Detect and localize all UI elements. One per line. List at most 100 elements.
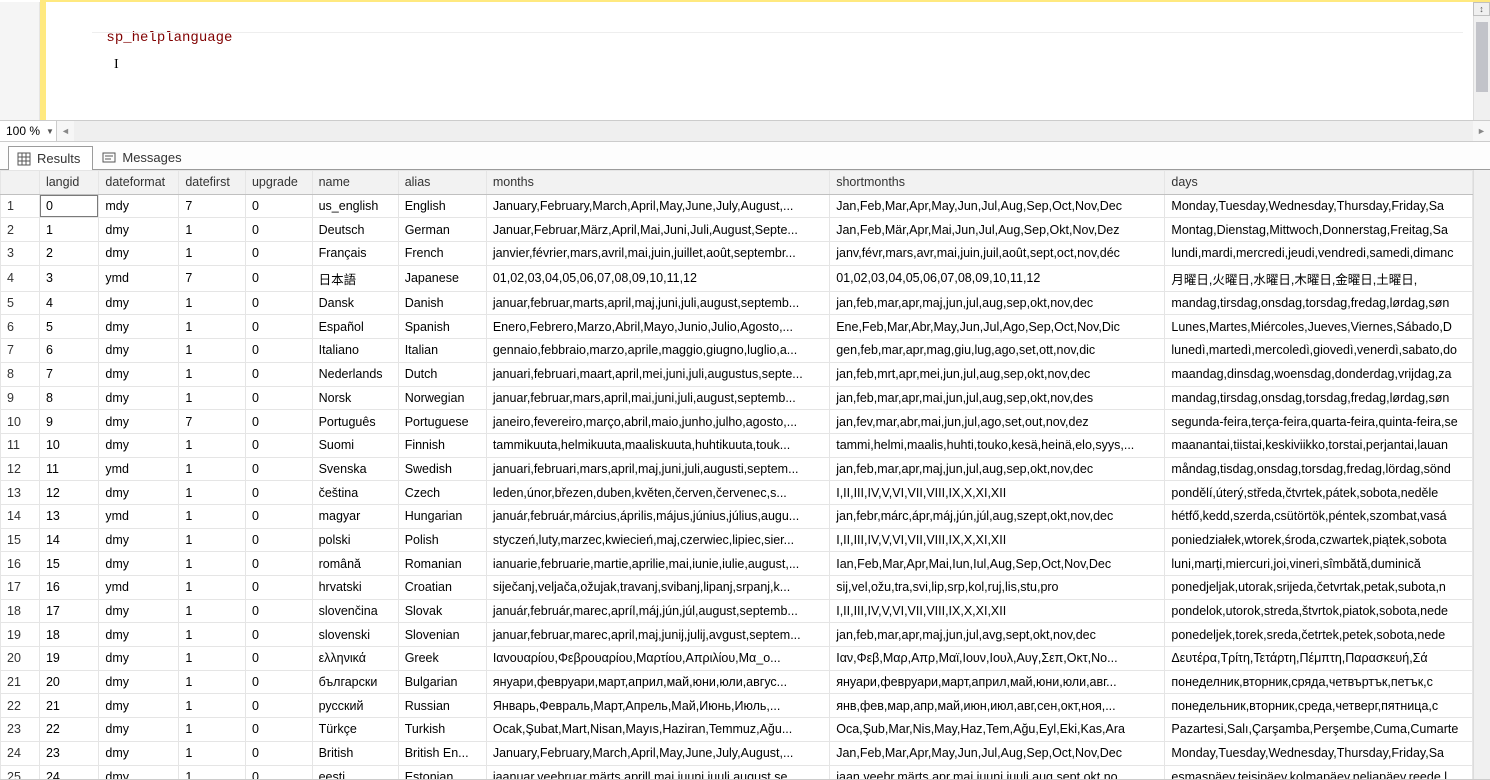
- cell-dateformat[interactable]: ymd: [99, 265, 179, 291]
- row-number-cell[interactable]: 2: [1, 218, 40, 242]
- cell-alias[interactable]: Japanese: [398, 265, 486, 291]
- col-header-days[interactable]: days: [1165, 171, 1473, 195]
- cell-langid[interactable]: 21: [39, 694, 98, 718]
- col-header-name[interactable]: name: [312, 171, 398, 195]
- cell-langid[interactable]: 11: [39, 457, 98, 481]
- table-row[interactable]: 1413ymd10magyarHungarianjanuár,február,m…: [1, 504, 1473, 528]
- cell-dateformat[interactable]: dmy: [99, 599, 179, 623]
- cell-alias[interactable]: English: [398, 194, 486, 218]
- cell-name[interactable]: română: [312, 552, 398, 576]
- cell-shortmonths[interactable]: Jan,Feb,Mär,Apr,Mai,Jun,Jul,Aug,Sep,Okt,…: [830, 218, 1165, 242]
- hscroll-right-arrow-icon[interactable]: ►: [1473, 121, 1490, 141]
- cell-dateformat[interactable]: dmy: [99, 433, 179, 457]
- col-header-alias[interactable]: alias: [398, 171, 486, 195]
- cell-upgrade[interactable]: 0: [245, 576, 312, 600]
- cell-langid[interactable]: 12: [39, 481, 98, 505]
- cell-days[interactable]: måndag,tisdag,onsdag,torsdag,fredag,lörd…: [1165, 457, 1473, 481]
- table-row[interactable]: 98dmy10NorskNorwegianjanuar,februar,mars…: [1, 386, 1473, 410]
- cell-datefirst[interactable]: 1: [179, 315, 246, 339]
- cell-months[interactable]: siječanj,veljača,ožujak,travanj,svibanj,…: [486, 576, 829, 600]
- col-header-dateformat[interactable]: dateformat: [99, 171, 179, 195]
- table-row[interactable]: 1514dmy10polskiPolishstyczeń,luty,marzec…: [1, 528, 1473, 552]
- cell-name[interactable]: hrvatski: [312, 576, 398, 600]
- cell-months[interactable]: ianuarie,februarie,martie,aprilie,mai,iu…: [486, 552, 829, 576]
- cell-name[interactable]: Türkçe: [312, 718, 398, 742]
- cell-datefirst[interactable]: 1: [179, 291, 246, 315]
- row-number-cell[interactable]: 8: [1, 362, 40, 386]
- cell-alias[interactable]: Slovak: [398, 599, 486, 623]
- cell-dateformat[interactable]: dmy: [99, 291, 179, 315]
- cell-months[interactable]: januar,februar,marts,april,maj,juni,juli…: [486, 291, 829, 315]
- col-header-months[interactable]: months: [486, 171, 829, 195]
- cell-langid[interactable]: 24: [39, 765, 98, 779]
- cell-datefirst[interactable]: 1: [179, 552, 246, 576]
- cell-alias[interactable]: Romanian: [398, 552, 486, 576]
- table-row[interactable]: 65dmy10EspañolSpanishEnero,Febrero,Marzo…: [1, 315, 1473, 339]
- cell-shortmonths[interactable]: jan,febr,márc,ápr,máj,jún,júl,aug,szept,…: [830, 504, 1165, 528]
- cell-alias[interactable]: Portuguese: [398, 410, 486, 434]
- table-row[interactable]: 76dmy10ItalianoItaliangennaio,febbraio,m…: [1, 339, 1473, 363]
- row-number-cell[interactable]: 21: [1, 670, 40, 694]
- cell-days[interactable]: Montag,Dienstag,Mittwoch,Donnerstag,Frei…: [1165, 218, 1473, 242]
- cell-datefirst[interactable]: 1: [179, 242, 246, 266]
- cell-alias[interactable]: French: [398, 242, 486, 266]
- cell-shortmonths[interactable]: 01,02,03,04,05,06,07,08,09,10,11,12: [830, 265, 1165, 291]
- cell-langid[interactable]: 16: [39, 576, 98, 600]
- row-number-cell[interactable]: 23: [1, 718, 40, 742]
- row-number-cell[interactable]: 5: [1, 291, 40, 315]
- cell-months[interactable]: Januar,Februar,März,April,Mai,Juni,Juli,…: [486, 218, 829, 242]
- cell-dateformat[interactable]: dmy: [99, 670, 179, 694]
- cell-months[interactable]: 01,02,03,04,05,06,07,08,09,10,11,12: [486, 265, 829, 291]
- cell-name[interactable]: čeština: [312, 481, 398, 505]
- cell-months[interactable]: Ocak,Şubat,Mart,Nisan,Mayıs,Haziran,Temm…: [486, 718, 829, 742]
- cell-upgrade[interactable]: 0: [245, 194, 312, 218]
- table-row[interactable]: 87dmy10NederlandsDutchjanuari,februari,m…: [1, 362, 1473, 386]
- cell-dateformat[interactable]: dmy: [99, 694, 179, 718]
- scroll-thumb[interactable]: [1474, 170, 1490, 520]
- cell-days[interactable]: lunedì,martedì,mercoledì,giovedì,venerdì…: [1165, 339, 1473, 363]
- scroll-thumb[interactable]: [1476, 22, 1488, 92]
- row-number-cell[interactable]: 18: [1, 599, 40, 623]
- row-number-cell[interactable]: 24: [1, 741, 40, 765]
- col-header-shortmonths[interactable]: shortmonths: [830, 171, 1165, 195]
- cell-shortmonths[interactable]: I,II,III,IV,V,VI,VII,VIII,IX,X,XI,XII: [830, 528, 1165, 552]
- cell-langid[interactable]: 14: [39, 528, 98, 552]
- cell-shortmonths[interactable]: Ιαν,Φεβ,Μαρ,Απρ,Μαϊ,Ιουν,Ιουλ,Αυγ,Σεπ,Οκ…: [830, 647, 1165, 671]
- cell-days[interactable]: ponedeljek,torek,sreda,četrtek,petek,sob…: [1165, 623, 1473, 647]
- cell-alias[interactable]: British En...: [398, 741, 486, 765]
- cell-months[interactable]: január,február,március,április,május,jún…: [486, 504, 829, 528]
- cell-alias[interactable]: Finnish: [398, 433, 486, 457]
- cell-datefirst[interactable]: 1: [179, 670, 246, 694]
- cell-datefirst[interactable]: 1: [179, 339, 246, 363]
- cell-shortmonths[interactable]: jan,fev,mar,abr,mai,jun,jul,ago,set,out,…: [830, 410, 1165, 434]
- cell-days[interactable]: mandag,tirsdag,onsdag,torsdag,fredag,lør…: [1165, 386, 1473, 410]
- cell-days[interactable]: mandag,tirsdag,onsdag,torsdag,fredag,lør…: [1165, 291, 1473, 315]
- table-row[interactable]: 2120dmy10българскиBulgarianянуари,февруа…: [1, 670, 1473, 694]
- cell-name[interactable]: 日本語: [312, 265, 398, 291]
- cell-upgrade[interactable]: 0: [245, 504, 312, 528]
- cell-months[interactable]: jaanuar,veebruar,märts,aprill,mai,juuni,…: [486, 765, 829, 779]
- cell-langid[interactable]: 23: [39, 741, 98, 765]
- cell-dateformat[interactable]: dmy: [99, 362, 179, 386]
- cell-days[interactable]: lundi,mardi,mercredi,jeudi,vendredi,same…: [1165, 242, 1473, 266]
- row-number-cell[interactable]: 6: [1, 315, 40, 339]
- cell-datefirst[interactable]: 1: [179, 481, 246, 505]
- sql-editor[interactable]: sp_helplanguage I: [46, 2, 1473, 120]
- cell-name[interactable]: Suomi: [312, 433, 398, 457]
- row-number-cell[interactable]: 16: [1, 552, 40, 576]
- cell-dateformat[interactable]: dmy: [99, 218, 179, 242]
- cell-datefirst[interactable]: 1: [179, 218, 246, 242]
- cell-alias[interactable]: Slovenian: [398, 623, 486, 647]
- cell-name[interactable]: British: [312, 741, 398, 765]
- cell-months[interactable]: Ιανουαρίου,Φεβρουαρίου,Μαρτίου,Απριλίου,…: [486, 647, 829, 671]
- row-number-cell[interactable]: 9: [1, 386, 40, 410]
- cell-days[interactable]: Monday,Tuesday,Wednesday,Thursday,Friday…: [1165, 741, 1473, 765]
- row-number-cell[interactable]: 13: [1, 481, 40, 505]
- cell-name[interactable]: magyar: [312, 504, 398, 528]
- cell-days[interactable]: 月曜日,火曜日,水曜日,木曜日,金曜日,土曜日,: [1165, 265, 1473, 291]
- cell-alias[interactable]: German: [398, 218, 486, 242]
- cell-alias[interactable]: Turkish: [398, 718, 486, 742]
- cell-shortmonths[interactable]: janv,févr,mars,avr,mai,juin,juil,août,se…: [830, 242, 1165, 266]
- cell-days[interactable]: pondelok,utorok,streda,štvrtok,piatok,so…: [1165, 599, 1473, 623]
- table-row[interactable]: 2524dmy10eestiEstonianjaanuar,veebruar,m…: [1, 765, 1473, 779]
